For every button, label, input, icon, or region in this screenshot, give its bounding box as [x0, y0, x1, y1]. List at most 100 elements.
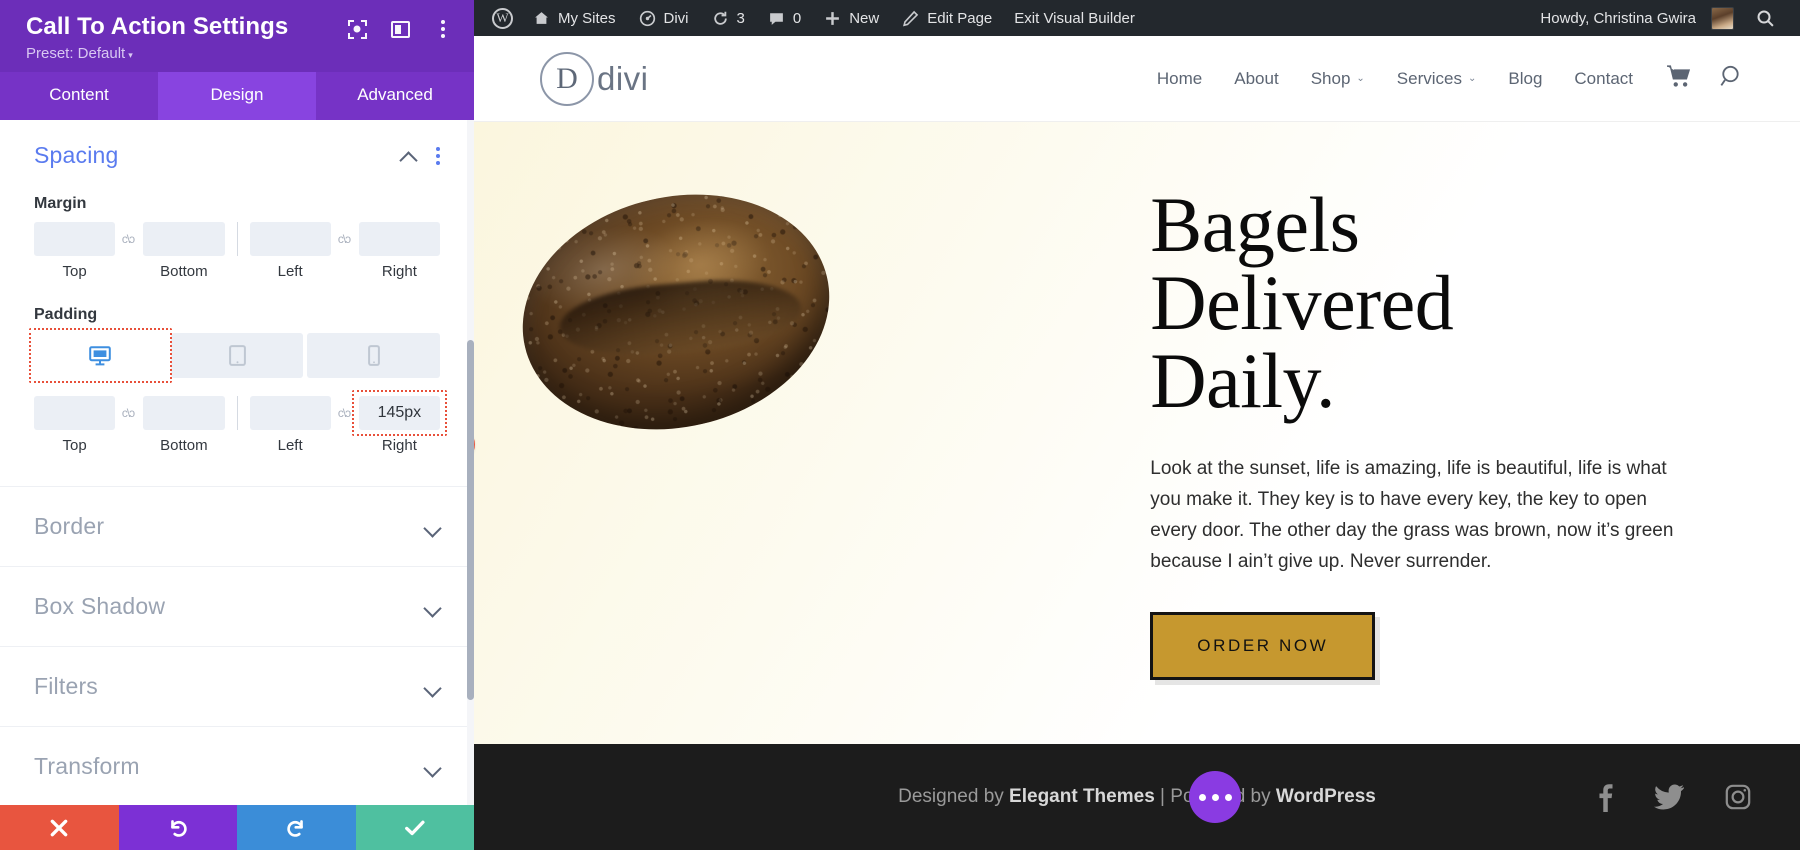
- padding-bottom-input[interactable]: [143, 396, 225, 431]
- admin-bar-account[interactable]: Howdy, Christina Gwira: [1529, 0, 1745, 36]
- margin-right-input[interactable]: [358, 222, 440, 257]
- facebook-icon[interactable]: [1596, 782, 1614, 812]
- chevron-down-icon[interactable]: [425, 759, 440, 774]
- link-values-icon[interactable]: c/ɔ: [331, 406, 359, 420]
- twitter-icon[interactable]: [1654, 784, 1684, 810]
- padding-inputs-row: c/ɔ c/ɔ 145px: [34, 390, 448, 437]
- call-to-action-settings-panel: Call To Action Settings Preset: Default …: [0, 0, 474, 850]
- admin-bar-new[interactable]: New: [812, 0, 890, 36]
- chevron-down-icon: ⌄: [1356, 73, 1365, 84]
- section-box-shadow-title: Box Shadow: [34, 593, 166, 620]
- search-icon[interactable]: [1720, 64, 1744, 93]
- admin-bar-wordpress-logo[interactable]: W: [484, 0, 521, 36]
- section-transform[interactable]: Transform: [0, 726, 474, 805]
- margin-left-label: Left: [277, 263, 303, 281]
- section-box-shadow[interactable]: Box Shadow: [0, 566, 474, 646]
- bagel-photo: [499, 164, 854, 459]
- nav-link-contact[interactable]: Contact: [1574, 69, 1633, 89]
- fab-dot: [1198, 793, 1206, 801]
- margin-vertical-group: c/ɔ: [34, 222, 225, 257]
- site-logo[interactable]: D divi: [540, 51, 649, 106]
- admin-bar-comments[interactable]: 0: [756, 0, 812, 36]
- footer-brand-wordpress[interactable]: WordPress: [1276, 786, 1376, 807]
- hero-heading: Bagels Delivered Daily.: [1150, 186, 1740, 420]
- chevron-down-icon[interactable]: [425, 599, 440, 614]
- focus-icon[interactable]: [346, 18, 368, 40]
- nav-link-about-label: About: [1234, 68, 1279, 88]
- admin-bar-edit-page[interactable]: Edit Page: [890, 0, 1003, 36]
- nav-link-services[interactable]: Services ⌄: [1397, 69, 1477, 89]
- site-footer: Designed by Elegant Themes | Powered by …: [474, 744, 1800, 850]
- undo-button[interactable]: [118, 805, 237, 850]
- section-options-kebab-icon[interactable]: [436, 146, 440, 165]
- checkmark-icon: [404, 820, 425, 835]
- margin-right-label: Right: [381, 263, 417, 281]
- margin-top-input[interactable]: [34, 222, 116, 257]
- padding-left-input[interactable]: [249, 396, 331, 431]
- padding-right-input[interactable]: 145px: [351, 390, 448, 437]
- link-values-icon[interactable]: c/ɔ: [331, 232, 359, 246]
- admin-bar-search[interactable]: [1745, 0, 1786, 36]
- cart-icon[interactable]: [1667, 64, 1692, 93]
- redo-icon: [287, 819, 304, 837]
- padding-device-tablet[interactable]: [170, 333, 304, 379]
- padding-device-desktop[interactable]: [29, 328, 172, 384]
- tab-design[interactable]: Design: [158, 72, 316, 121]
- instagram-icon[interactable]: [1724, 783, 1752, 811]
- wordpress-logo-icon: W: [492, 7, 513, 29]
- cancel-button[interactable]: [0, 805, 119, 850]
- section-filters-title: Filters: [34, 673, 99, 700]
- footer-prefix: Designed by: [898, 786, 1010, 807]
- logo-text: divi: [597, 59, 649, 97]
- padding-top-label: Top: [62, 437, 87, 455]
- hero-image-column: [474, 122, 1150, 744]
- phone-icon: [367, 345, 380, 367]
- close-icon: [50, 819, 68, 836]
- nav-link-blog[interactable]: Blog: [1508, 69, 1542, 89]
- nav-link-about[interactable]: About: [1234, 69, 1278, 89]
- margin-labels-row: Top Bottom Left Right: [34, 263, 440, 280]
- search-icon: [1756, 9, 1775, 28]
- admin-bar-divi[interactable]: Divi: [627, 0, 700, 36]
- section-filters[interactable]: Filters: [0, 646, 474, 726]
- admin-bar-howdy-label: Howdy, Christina Gwira: [1540, 9, 1696, 27]
- section-spacing-header[interactable]: Spacing: [34, 142, 440, 169]
- save-button[interactable]: [355, 805, 474, 850]
- admin-bar-exit-visual-builder[interactable]: Exit Visual Builder: [1003, 0, 1146, 36]
- settings-panel-footer: [0, 805, 474, 850]
- tab-advanced[interactable]: Advanced: [316, 72, 474, 121]
- chevron-down-icon[interactable]: [425, 679, 440, 694]
- margin-label-gap: [115, 263, 143, 280]
- admin-bar-exit-label: Exit Visual Builder: [1014, 9, 1135, 27]
- chevron-up-icon[interactable]: [401, 148, 416, 163]
- margin-label-gap-2: [331, 263, 359, 280]
- avatar: [1711, 6, 1734, 30]
- margin-bottom-input[interactable]: [143, 222, 225, 257]
- chevron-down-icon[interactable]: [425, 519, 440, 534]
- screen-root: W My Sites Divi 3 0 New Edit Page Exit V…: [0, 0, 1800, 850]
- link-values-icon[interactable]: c/ɔ: [115, 406, 143, 420]
- more-options-icon[interactable]: [1189, 771, 1241, 823]
- nav-link-shop[interactable]: Shop ⌄: [1311, 69, 1365, 89]
- margin-left-input[interactable]: [249, 222, 331, 257]
- padding-device-phone[interactable]: [307, 333, 441, 379]
- scrollbar-thumb[interactable]: [467, 340, 474, 701]
- preset-selector[interactable]: Preset: Default ▾: [26, 45, 454, 62]
- padding-top-input[interactable]: [34, 396, 116, 431]
- admin-bar-updates[interactable]: 3: [700, 0, 756, 36]
- settings-header-icons: [346, 14, 454, 40]
- kebab-menu-icon[interactable]: [432, 18, 454, 40]
- section-border[interactable]: Border: [0, 486, 474, 566]
- layout-panel-icon-shape: [390, 20, 410, 38]
- footer-brand-elegant-themes[interactable]: Elegant Themes: [1009, 786, 1155, 807]
- nav-link-services-label: Services: [1396, 68, 1462, 88]
- nav-link-home[interactable]: Home: [1157, 69, 1202, 89]
- redo-button[interactable]: [237, 805, 356, 850]
- order-now-button[interactable]: ORDER NOW: [1150, 611, 1376, 680]
- admin-bar-my-sites[interactable]: My Sites: [521, 0, 627, 36]
- link-values-icon[interactable]: c/ɔ: [115, 232, 143, 246]
- hero-heading-line-2: Delivered: [1150, 259, 1454, 347]
- layout-panel-icon[interactable]: [389, 18, 411, 40]
- tab-content[interactable]: Content: [0, 72, 158, 121]
